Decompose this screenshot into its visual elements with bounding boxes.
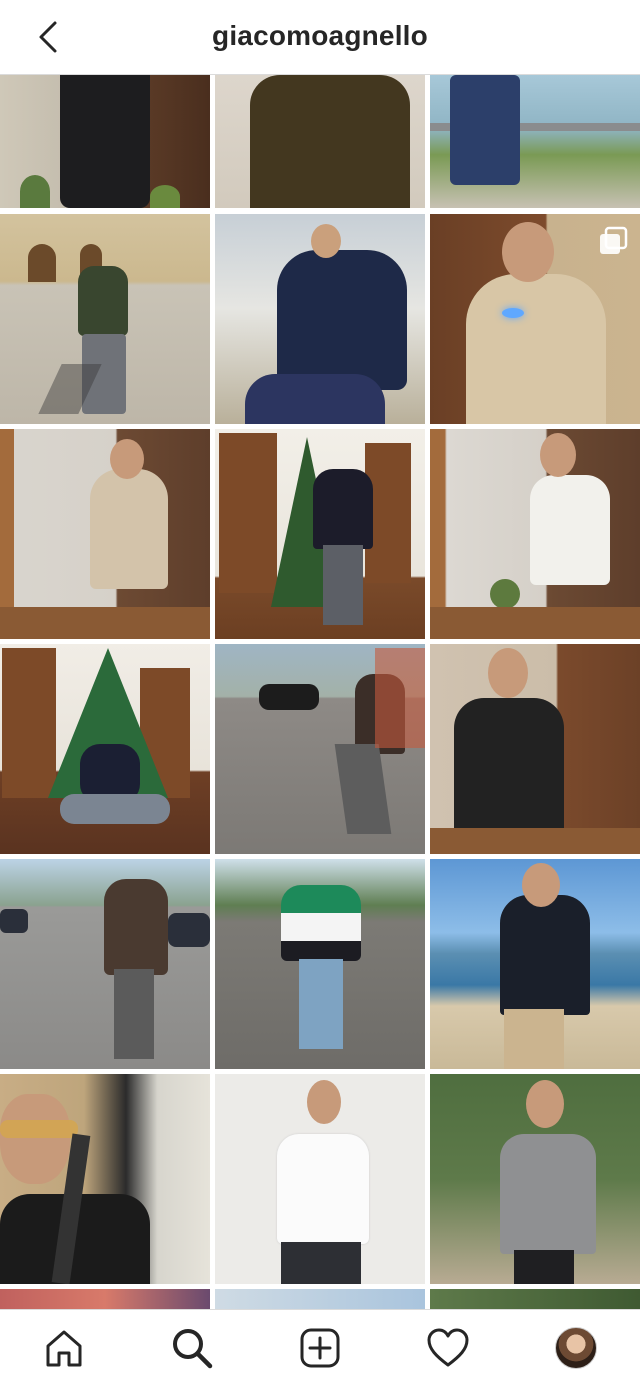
home-icon bbox=[46, 1330, 82, 1367]
post-thumbnail[interactable] bbox=[215, 75, 425, 208]
post-thumbnail[interactable] bbox=[430, 644, 640, 854]
post-thumbnail[interactable] bbox=[0, 644, 210, 854]
post-thumbnail[interactable] bbox=[430, 1289, 640, 1309]
post-thumbnail[interactable] bbox=[430, 429, 640, 639]
post-thumbnail[interactable] bbox=[215, 429, 425, 639]
post-thumbnail[interactable] bbox=[430, 1074, 640, 1284]
avatar bbox=[555, 1327, 597, 1369]
post-thumbnail[interactable] bbox=[215, 1074, 425, 1284]
tab-search[interactable] bbox=[168, 1324, 216, 1372]
tab-profile[interactable] bbox=[552, 1324, 600, 1372]
post-thumbnail[interactable] bbox=[0, 214, 210, 424]
tab-home[interactable] bbox=[40, 1324, 88, 1372]
posts-grid bbox=[0, 75, 640, 1309]
post-thumbnail[interactable] bbox=[0, 1074, 210, 1284]
tab-new-post[interactable] bbox=[296, 1324, 344, 1372]
post-thumbnail[interactable] bbox=[215, 859, 425, 1069]
post-thumbnail[interactable] bbox=[430, 214, 640, 424]
plus-square-icon bbox=[300, 1328, 340, 1368]
post-thumbnail[interactable] bbox=[0, 429, 210, 639]
tab-activity[interactable] bbox=[424, 1324, 472, 1372]
search-icon bbox=[173, 1329, 213, 1369]
post-thumbnail[interactable] bbox=[0, 75, 210, 208]
heart-icon bbox=[427, 1328, 469, 1367]
post-thumbnail[interactable] bbox=[215, 214, 425, 424]
bottom-tab-bar bbox=[0, 1309, 640, 1387]
post-thumbnail[interactable] bbox=[430, 75, 640, 208]
carousel-icon bbox=[600, 226, 628, 254]
post-thumbnail[interactable] bbox=[0, 859, 210, 1069]
top-header: giacomoagnello bbox=[0, 0, 640, 75]
post-thumbnail[interactable] bbox=[0, 1289, 210, 1309]
post-thumbnail[interactable] bbox=[215, 644, 425, 854]
page-title: giacomoagnello bbox=[212, 20, 428, 51]
post-thumbnail[interactable] bbox=[215, 1289, 425, 1309]
post-thumbnail[interactable] bbox=[430, 859, 640, 1069]
